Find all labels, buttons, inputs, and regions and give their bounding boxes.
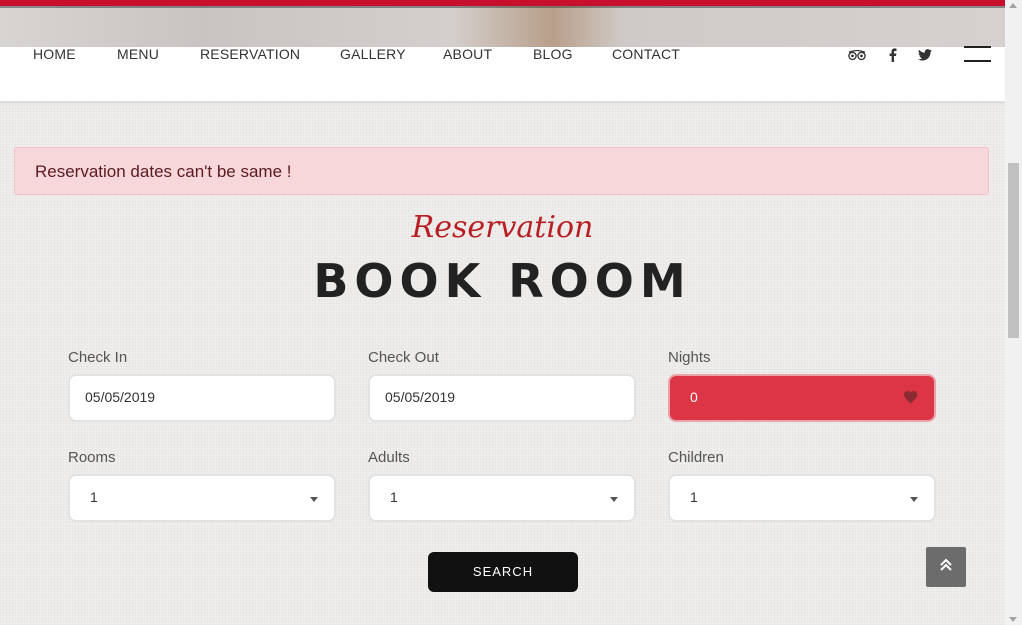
nights-field: 0 <box>668 374 936 422</box>
check-out-value: 05/05/2019 <box>385 389 456 405</box>
heart-icon <box>904 391 918 409</box>
rooms-label: Rooms <box>68 449 116 466</box>
error-alert: Reservation dates can't be same ! <box>14 147 989 195</box>
chevron-down-icon <box>610 497 618 502</box>
twitter-icon[interactable] <box>916 47 934 63</box>
chevron-down-icon <box>910 497 918 502</box>
check-out-date-input[interactable]: 05/05/2019 <box>368 374 636 422</box>
rooms-value: 1 <box>90 489 98 505</box>
nav-item-home[interactable]: HOME <box>33 46 76 62</box>
adults-select[interactable]: 1 <box>368 474 636 522</box>
page-title: BOOK ROOM <box>313 254 692 308</box>
double-chevron-up-icon <box>939 558 953 577</box>
check-out-label: Check Out <box>368 349 439 366</box>
adults-label: Adults <box>368 449 410 466</box>
scroll-to-top-button[interactable] <box>926 547 966 587</box>
adults-value: 1 <box>390 489 398 505</box>
tripadvisor-icon[interactable] <box>848 47 866 63</box>
nav-item-contact[interactable]: CONTACT <box>612 46 680 62</box>
hamburger-menu-icon[interactable] <box>964 46 991 63</box>
check-in-date-input[interactable]: 05/05/2019 <box>68 374 336 422</box>
nav-item-reservation[interactable]: RESERVATION <box>200 46 300 62</box>
section-subtitle: Reservation <box>411 210 594 245</box>
children-value: 1 <box>690 489 698 505</box>
check-in-label: Check In <box>68 349 128 366</box>
scroll-down-arrow-icon[interactable] <box>1009 617 1017 622</box>
facebook-icon[interactable] <box>884 47 902 63</box>
nav-item-gallery[interactable]: GALLERY <box>340 46 406 62</box>
children-select[interactable]: 1 <box>668 474 936 522</box>
scroll-up-arrow-icon[interactable] <box>1009 3 1017 8</box>
children-label: Children <box>668 449 724 466</box>
nav-item-about[interactable]: ABOUT <box>443 46 492 62</box>
alert-message: Reservation dates can't be same ! <box>35 162 292 181</box>
check-in-value: 05/05/2019 <box>85 389 156 405</box>
scrollbar-thumb[interactable] <box>1008 163 1019 338</box>
nights-label: Nights <box>668 349 711 366</box>
search-button[interactable]: SEARCH <box>428 552 578 592</box>
rooms-select[interactable]: 1 <box>68 474 336 522</box>
nights-value: 0 <box>690 389 698 405</box>
nav-item-menu[interactable]: MENU <box>117 46 159 62</box>
page-scrollbar[interactable] <box>1005 0 1022 625</box>
top-divider <box>0 6 1005 8</box>
chevron-down-icon <box>310 497 318 502</box>
nav-item-blog[interactable]: BLOG <box>533 46 573 62</box>
hero-image-strip <box>0 0 1005 47</box>
main-navbar: HOME MENU RESERVATION GALLERY ABOUT BLOG… <box>0 46 1005 101</box>
